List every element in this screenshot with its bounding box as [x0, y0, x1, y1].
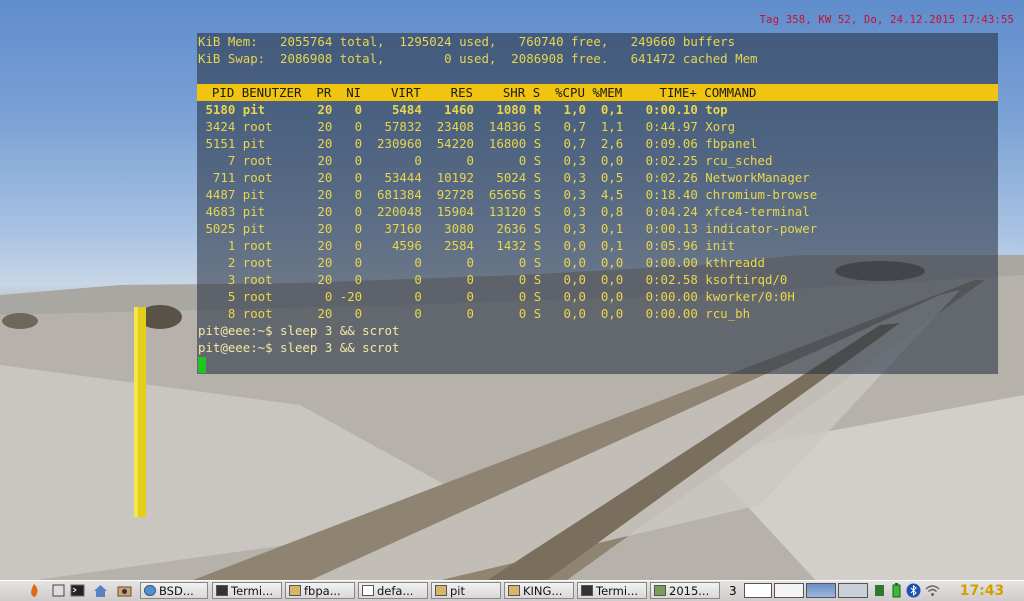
terminal-window[interactable]: KiB Mem: 2055764 total, 1295024 used, 76…: [197, 33, 998, 374]
shell-prompt-line: pit@eee:~$ sleep 3 && scrot: [198, 340, 400, 355]
taskbar-clock[interactable]: 17:43: [944, 581, 1020, 601]
terminal-launcher-icon[interactable]: [70, 583, 85, 598]
taskbar-task-editor[interactable]: defa...: [358, 582, 428, 599]
folder-icon: [508, 585, 520, 596]
workspace-pager-2[interactable]: [774, 583, 804, 598]
taskbar-task-fbpanel[interactable]: fbpa...: [285, 582, 355, 599]
taskbar-task-terminal-1[interactable]: Termi...: [212, 582, 282, 599]
image-icon: [654, 585, 666, 596]
taskbar-task-terminal-2[interactable]: Termi...: [577, 582, 647, 599]
process-row: 7 root 20 0 0 0 0 S 0,3 0,0 0:02.25 rcu_…: [198, 153, 773, 168]
process-row: 4487 pit 20 0 681384 92728 65656 S 0,3 4…: [198, 187, 818, 202]
folder-icon: [435, 585, 447, 596]
workspace-pager-3[interactable]: [806, 583, 836, 598]
shell-prompt-line: pit@eee:~$ sleep 3 && scrot: [198, 323, 400, 338]
memory-summary-line: KiB Swap: 2086908 total, 0 used, 2086908…: [198, 51, 758, 66]
home-icon[interactable]: [93, 583, 108, 598]
memory-summary-line: KiB Mem: 2055764 total, 1295024 used, 76…: [198, 34, 736, 49]
file-manager-icon[interactable]: [51, 583, 66, 598]
folder-icon: [289, 585, 301, 596]
taskbar: BSD... Termi... fbpa... defa... pit KING…: [0, 580, 1024, 601]
process-row: 711 root 20 0 53444 10192 5024 S 0,3 0,5…: [198, 170, 810, 185]
process-row: 5151 pit 20 0 230960 54220 16800 S 0,7 2…: [198, 136, 758, 151]
workspace-pager-1[interactable]: [744, 583, 772, 598]
terminal-icon: [216, 585, 228, 596]
taskbar-task-screenshot[interactable]: 2015...: [650, 582, 720, 599]
process-row: 4683 pit 20 0 220048 15904 13120 S 0,3 0…: [198, 204, 810, 219]
terminal-icon: [581, 585, 593, 596]
process-row: 8 root 20 0 0 0 0 S 0,0 0,0 0:00.00 rcu_…: [198, 306, 751, 321]
process-row: 2 root 20 0 0 0 0 S 0,0 0,0 0:00.00 kthr…: [198, 255, 765, 270]
taskbar-task-browser[interactable]: BSD...: [140, 582, 208, 599]
process-row: 3424 root 20 0 57832 23408 14836 S 0,7 1…: [198, 119, 736, 134]
battery-icon[interactable]: [889, 583, 904, 598]
process-row: 5 root 0 -20 0 0 0 S 0,0 0,0 0:00.00 kwo…: [198, 289, 795, 304]
fire-launcher-icon[interactable]: [27, 583, 42, 598]
yellow-marker-pole: [134, 307, 146, 517]
wifi-icon[interactable]: [925, 583, 940, 598]
process-row: 1 root 20 0 4596 2584 1432 S 0,0 0,1 0:0…: [198, 238, 736, 253]
workspace-number: 3: [729, 584, 737, 598]
taskbar-task-pit[interactable]: pit: [431, 582, 501, 599]
process-row: 5025 pit 20 0 37160 3080 2636 S 0,3 0,1 …: [198, 221, 818, 236]
taskbar-task-king[interactable]: KING...: [504, 582, 574, 599]
chromium-icon: [144, 585, 156, 596]
camera-icon[interactable]: [117, 583, 132, 598]
terminal-cursor: [198, 357, 206, 373]
process-row: 5180 pit 20 0 5484 1460 1080 R 1,0 0,1 0…: [198, 102, 728, 117]
network-manager-icon[interactable]: [872, 583, 887, 598]
process-row: 3 root 20 0 0 0 0 S 0,0 0,0 0:02.58 ksof…: [198, 272, 788, 287]
bluetooth-icon[interactable]: [906, 583, 921, 598]
workspace-pager-4[interactable]: [838, 583, 868, 598]
text-editor-icon: [362, 585, 374, 596]
desktop-clock-overlay: Tag 358, KW 52, Do, 24.12.2015 17:43:55: [759, 14, 1014, 26]
top-header-row: PID BENUTZER PR NI VIRT RES SHR S %CPU %…: [197, 84, 998, 101]
desktop-wallpaper: Tag 358, KW 52, Do, 24.12.2015 17:43:55 …: [0, 0, 1024, 580]
